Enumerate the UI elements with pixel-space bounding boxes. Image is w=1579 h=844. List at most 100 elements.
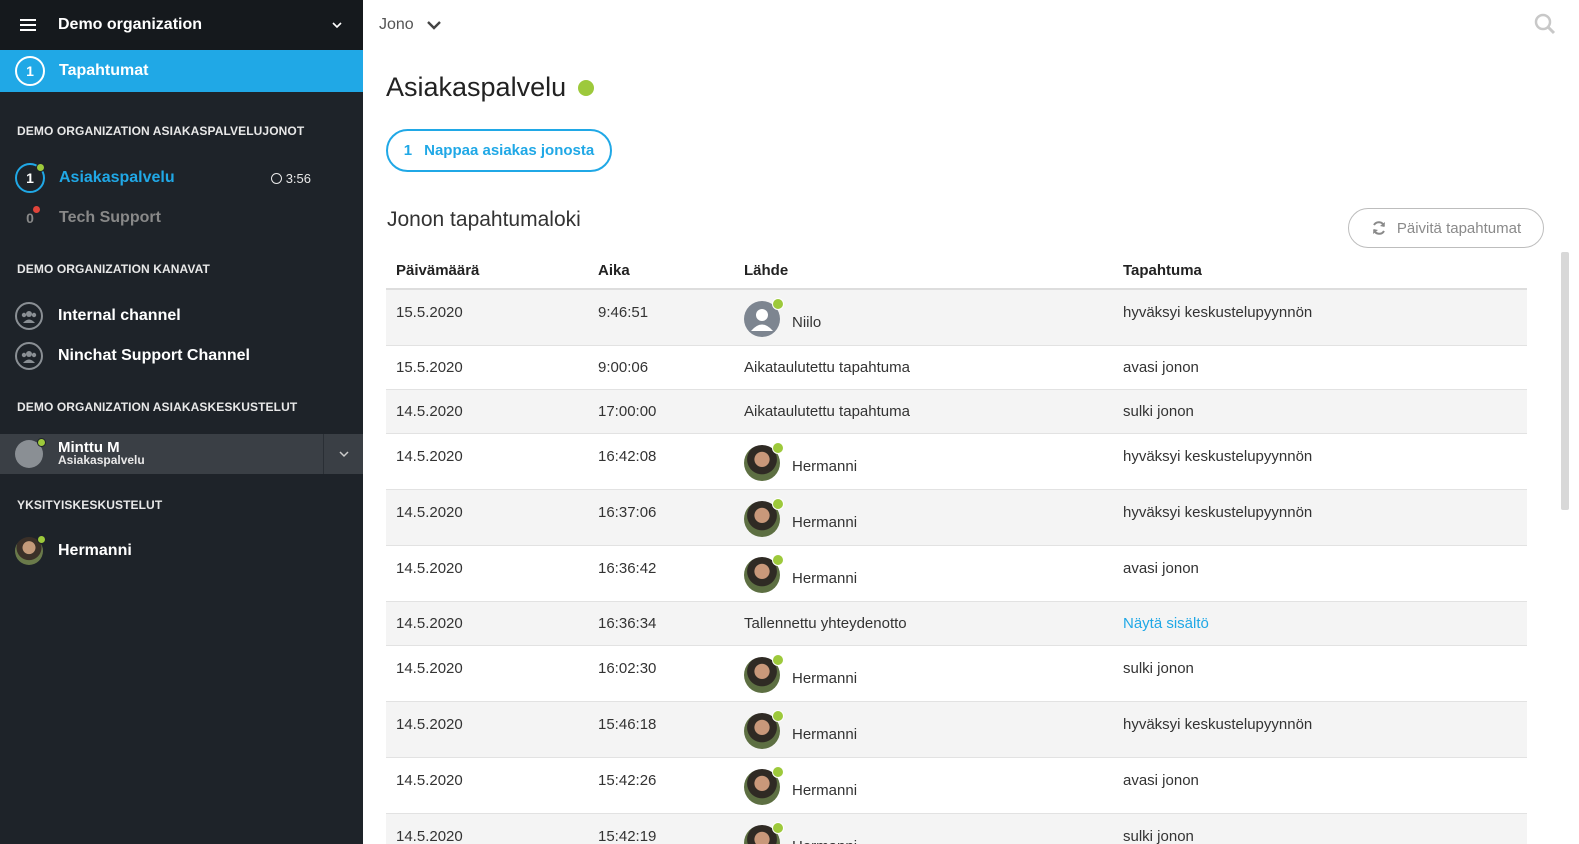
cell-event: avasi jonon — [1123, 560, 1199, 577]
group-icon — [15, 342, 43, 370]
cell-event: sulki jonon — [1123, 660, 1194, 677]
cell-source: Tallennettu yhteydenotto — [744, 615, 907, 632]
cell-time: 15:46:18 — [598, 716, 657, 733]
status-dot-online — [772, 298, 784, 310]
cell-time: 15:42:19 — [598, 828, 657, 844]
cell-date: 14.5.2020 — [396, 660, 463, 677]
queue-count-badge: 1 — [15, 163, 45, 193]
sidebar-item-chat-minttu[interactable]: Minttu M Asiakaspalvelu — [0, 434, 363, 474]
avatar — [744, 298, 784, 337]
cell-source: Hermanni — [744, 442, 858, 481]
cell-time: 16:02:30 — [598, 660, 657, 677]
cell-source: Hermanni — [744, 710, 857, 749]
source-name: Hermanni — [792, 513, 858, 531]
cell-date: 15.5.2020 — [396, 304, 463, 321]
status-dot-offline — [32, 205, 41, 214]
cell-time: 15:42:26 — [598, 772, 657, 789]
cell-date: 14.5.2020 — [396, 772, 463, 789]
refresh-events-button[interactable]: Päivitä tapahtumat — [1348, 208, 1544, 248]
cell-date: 14.5.2020 — [396, 448, 463, 465]
cell-time: 16:36:34 — [598, 615, 657, 632]
chevron-down-icon[interactable] — [331, 19, 343, 31]
section-header-queues: DEMO ORGANIZATION ASIAKASPALVELUJONOT — [17, 124, 305, 138]
source-name: Hermanni — [792, 781, 858, 799]
table-row: 14.5.2020 16:36:34 Tallennettu yhteydenott… — [386, 602, 1527, 646]
source-name: Hermanni — [792, 669, 858, 687]
cell-source: Niilo — [744, 298, 821, 337]
section-header-customer-chats: DEMO ORGANIZATION ASIAKASKESKUSTELUT — [17, 400, 298, 414]
table-row: 15.5.2020 9:46:51 Niilo hyväksyi keskustelu… — [386, 290, 1527, 346]
cell-date: 15.5.2020 — [396, 359, 463, 376]
cell-date: 14.5.2020 — [396, 828, 463, 844]
cell-source: Hermanni — [744, 554, 858, 593]
cell-event: sulki jonon — [1123, 403, 1194, 420]
avatar — [15, 438, 46, 468]
avatar — [15, 535, 46, 565]
status-dot-online — [772, 710, 784, 722]
column-header-event: Tapahtuma — [1123, 261, 1202, 279]
cell-source: Hermanni — [744, 766, 858, 805]
avatar — [744, 654, 784, 693]
table-row: 14.5.2020 15:46:18 Hermanni hyväksyi keskus… — [386, 702, 1527, 758]
cell-source: Aikataulutettu tapahtuma — [744, 403, 910, 420]
show-content-link[interactable]: Näytä sisältö — [1123, 615, 1209, 632]
log-title: Jonon tapahtumaloki — [387, 208, 581, 231]
cell-time: 16:42:08 — [598, 448, 657, 465]
cell-date: 14.5.2020 — [396, 716, 463, 733]
breadcrumb[interactable]: Jono — [379, 16, 414, 34]
search-icon[interactable] — [1533, 12, 1557, 36]
table-row: 14.5.2020 16:02:30 Hermanni sulki jonon — [386, 646, 1527, 702]
table-header: Päivämäärä Aika Lähde Tapahtuma — [386, 252, 1527, 290]
source-name: Hermanni — [792, 457, 858, 475]
table-row: 14.5.2020 16:36:42 Hermanni avasi jonon — [386, 546, 1527, 602]
column-header-time: Aika — [598, 261, 630, 279]
queue-timer-value: 3:56 — [285, 170, 311, 186]
sidebar-item-label: Tech Support — [59, 209, 161, 226]
cell-source: Hermanni — [744, 822, 857, 844]
table-row: 14.5.2020 16:37:06 Hermanni hyväksyi keskus… — [386, 490, 1527, 546]
status-dot-online — [772, 822, 784, 834]
chat-queue-name: Asiakaspalvelu — [58, 453, 145, 467]
cell-event: hyväksyi keskustelupyynnön — [1123, 504, 1313, 521]
table-body: 15.5.2020 9:46:51 Niilo hyväksyi keskustelu… — [386, 290, 1527, 844]
chat-names: Minttu M Asiakaspalvelu — [58, 440, 145, 467]
sidebar-item-channel-internal[interactable]: Internal channel — [0, 296, 363, 336]
chevron-down-icon[interactable] — [426, 19, 442, 31]
cell-date: 14.5.2020 — [396, 403, 463, 420]
column-header-date: Päivämäärä — [396, 261, 480, 279]
cell-event: hyväksyi keskustelupyynnön — [1123, 716, 1313, 733]
expand-chat-button[interactable] — [323, 434, 363, 474]
table-row: 15.5.2020 9:00:06 Aikataulutettu tapahtuma… — [386, 346, 1527, 390]
sidebar-item-events[interactable]: 1 Tapahtumat — [0, 50, 363, 92]
cell-event: avasi jonon — [1123, 772, 1199, 789]
take-customer-button[interactable]: 1 Nappaa asiakas jonosta — [386, 129, 612, 172]
sidebar-item-chat-hermanni[interactable]: Hermanni — [0, 531, 363, 571]
avatar — [744, 766, 784, 805]
cell-time: 9:46:51 — [598, 304, 649, 321]
source-name: Hermanni — [792, 569, 858, 587]
cell-time: 16:36:42 — [598, 560, 657, 577]
sidebar-item-label: Asiakaspalvelu — [59, 169, 175, 186]
status-dot-online — [772, 766, 784, 778]
cell-time: 17:00:00 — [598, 403, 657, 420]
chevron-down-icon — [338, 451, 349, 458]
cell-event: avasi jonon — [1123, 359, 1199, 376]
sidebar-item-queue-asiakaspalvelu[interactable]: 1 Asiakaspalvelu 3:56 — [0, 158, 363, 198]
org-header[interactable]: Demo organization — [0, 0, 363, 50]
cell-event: hyväksyi keskustelupyynnön — [1123, 304, 1313, 321]
sidebar-item-label: Internal channel — [58, 307, 181, 324]
sidebar-item-queue-tech-support[interactable]: 0 Tech Support — [0, 198, 363, 238]
cell-time: 9:00:06 — [598, 359, 649, 376]
cell-date: 14.5.2020 — [396, 615, 463, 632]
status-dot-online — [37, 535, 46, 544]
status-dot-online — [37, 438, 46, 447]
sidebar-item-channel-ninchat-support[interactable]: Ninchat Support Channel — [0, 336, 363, 376]
cell-event: sulki jonon — [1123, 828, 1194, 844]
take-label: Nappaa asiakas jonosta — [424, 142, 595, 159]
refresh-icon — [1372, 221, 1385, 235]
scrollbar[interactable] — [1561, 252, 1569, 510]
section-header-channels: DEMO ORGANIZATION KANAVAT — [17, 262, 210, 276]
group-icon — [15, 302, 43, 330]
hamburger-menu-icon[interactable] — [20, 16, 36, 34]
cell-time: 16:37:06 — [598, 504, 657, 521]
